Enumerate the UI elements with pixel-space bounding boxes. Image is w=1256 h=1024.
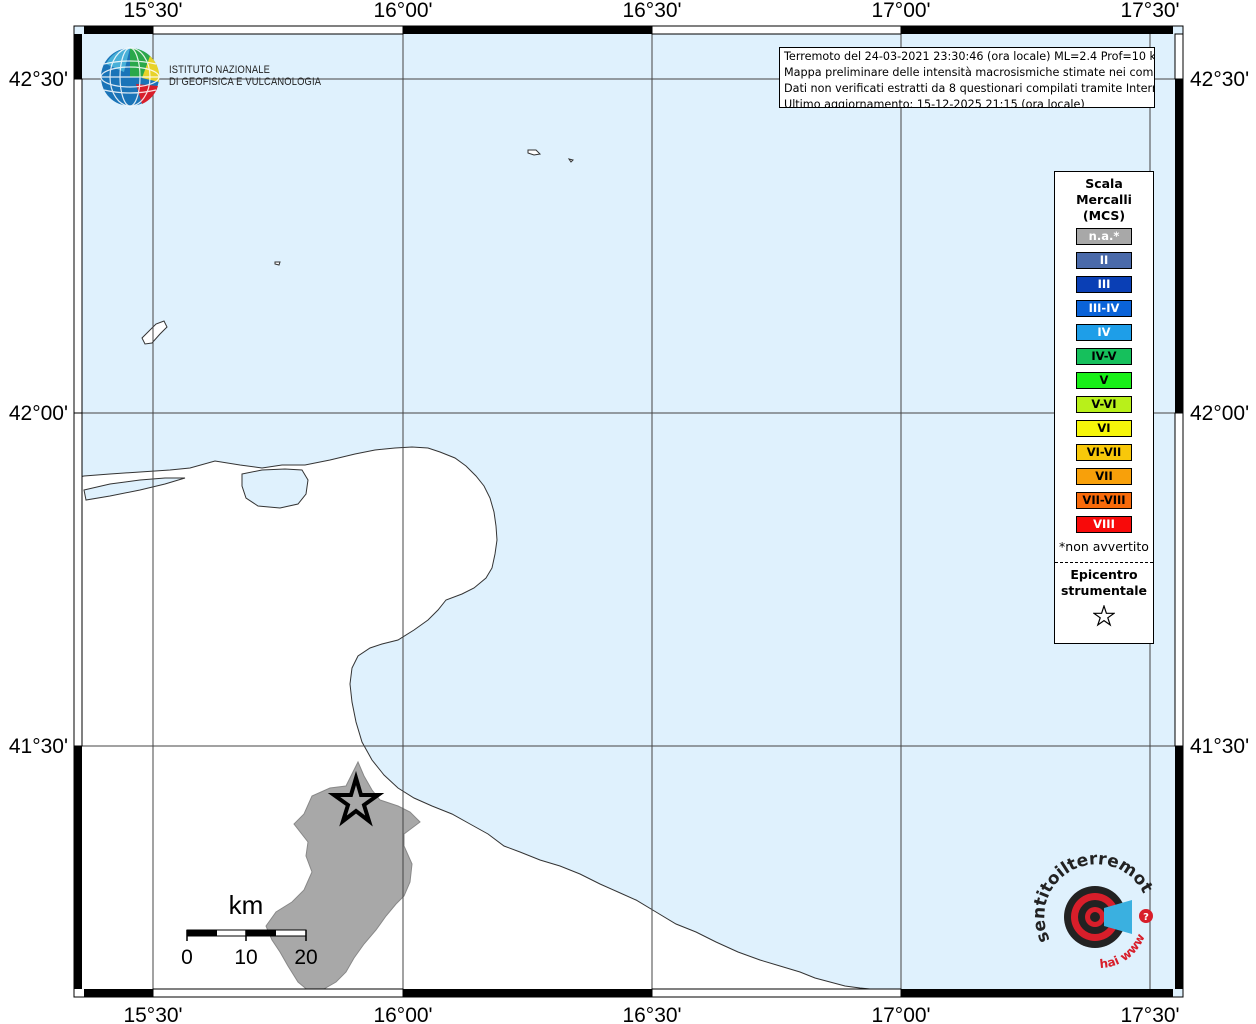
pianosa-island <box>274 261 281 266</box>
legend-item: n.a.* <box>1076 228 1132 245</box>
legend-item: V <box>1076 372 1132 389</box>
legend-item: VII-VIII <box>1076 492 1132 509</box>
event-info-line-1: Terremoto del 24-03-2021 23:30:46 (ora l… <box>784 50 1155 63</box>
lon-label-top-2: 16°00' <box>373 0 432 22</box>
legend-title-line-2: Mercalli <box>1076 192 1132 207</box>
mcs-legend: Scala Mercalli (MCS) n.a.* II III III-IV IV I… <box>1054 171 1154 644</box>
lat-label-right-3: 41°30' <box>1190 735 1249 758</box>
legend-item: II <box>1076 252 1132 269</box>
legend-title-line-1: Scala <box>1085 176 1123 191</box>
scale-label-0: 0 <box>181 946 193 969</box>
lat-label-right-1: 42°30' <box>1190 68 1249 91</box>
legend-item: IV-V <box>1076 348 1132 365</box>
legend-item: III-IV <box>1076 300 1132 317</box>
institute-line-2: DI GEOFISICA E VULCANOLOGIA <box>169 76 322 88</box>
legend-epicenter-line-1: Epicentro <box>1070 567 1138 582</box>
institute-name: ISTITUTO NAZIONALE DI GEOFISICA E VULCAN… <box>169 64 321 88</box>
legend-title-line-3: (MCS) <box>1082 208 1126 223</box>
legend-title: Scala Mercalli (MCS) <box>1055 176 1153 224</box>
scale-bar-title: km <box>229 890 264 920</box>
lat-label-left-1: 42°30' <box>9 68 68 91</box>
scale-label-20: 20 <box>294 946 317 969</box>
lat-label-right-2: 42°00' <box>1190 402 1249 425</box>
legend-epicenter-title: Epicentro strumentale <box>1055 567 1153 599</box>
legend-separator <box>1055 562 1153 563</box>
lon-label-bottom-4: 17°00' <box>871 1004 930 1024</box>
event-info-line-3: Dati non verificati estratti da 8 questi… <box>784 82 1155 95</box>
star-icon <box>1093 605 1115 627</box>
lon-label-top-1: 15°30' <box>123 0 182 22</box>
event-info-line-2: Mappa preliminare delle intensità macros… <box>784 66 1155 79</box>
lon-label-top-5: 17°30' <box>1120 0 1179 22</box>
legend-item: V-VI <box>1076 396 1132 413</box>
legend-item: VIII <box>1076 516 1132 533</box>
legend-item: VI <box>1076 420 1132 437</box>
legend-item: IV <box>1076 324 1132 341</box>
legend-item: III <box>1076 276 1132 293</box>
legend-note: *non avvertito <box>1059 539 1149 554</box>
lagoon-varano <box>241 468 309 509</box>
lon-label-bottom-5: 17°30' <box>1120 1004 1179 1024</box>
lon-label-bottom-1: 15°30' <box>123 1004 182 1024</box>
event-info-line-4: Ultimo aggiornamento: 15-12-2025 21:15 (… <box>784 98 1085 108</box>
legend-item: VI-VII <box>1076 444 1132 461</box>
institute-line-1: ISTITUTO NAZIONALE <box>169 64 271 76</box>
legend-item: VII <box>1076 468 1132 485</box>
legend-items: n.a.* II III III-IV IV IV-V V V-VI VI VI-VII VII VI… <box>1055 228 1153 533</box>
lon-label-top-3: 16°30' <box>622 0 681 22</box>
lon-label-bottom-2: 16°00' <box>373 1004 432 1024</box>
lon-label-top-4: 17°00' <box>871 0 930 22</box>
lat-label-left-3: 41°30' <box>9 735 68 758</box>
lon-label-bottom-3: 16°30' <box>622 1004 681 1024</box>
legend-epicenter-line-2: strumentale <box>1060 583 1148 598</box>
scale-label-10: 10 <box>234 946 257 969</box>
ingv-globe-logo <box>100 47 160 107</box>
svg-text:?: ? <box>1143 912 1149 923</box>
event-info-box: Terremoto del 24-03-2021 23:30:46 (ora l… <box>779 47 1155 108</box>
lat-label-left-2: 42°00' <box>9 402 68 425</box>
